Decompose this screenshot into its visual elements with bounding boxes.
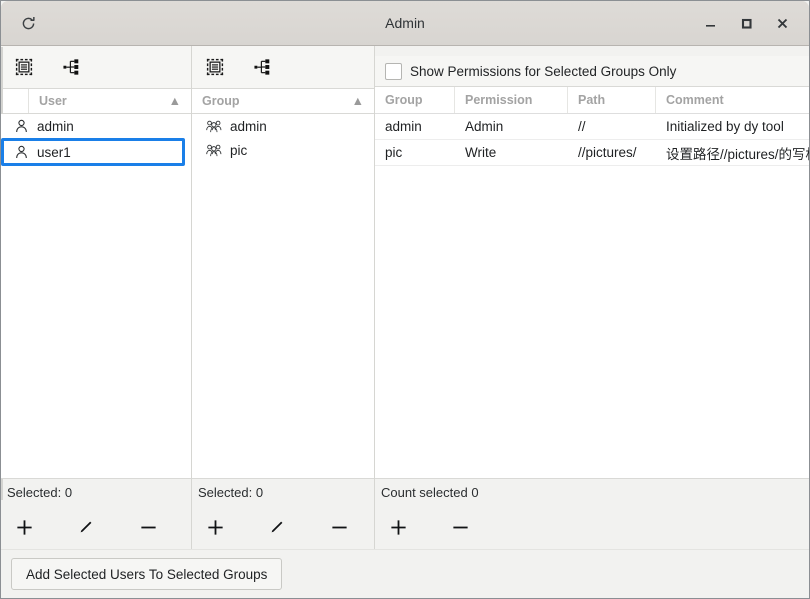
group-selected-status: Selected: 0 [192, 479, 374, 505]
column-header-group[interactable]: Group [375, 87, 455, 113]
user-actions [1, 505, 191, 549]
user-sort-ascending-icon[interactable]: ▲ [169, 94, 181, 108]
group-list-header: Group ▲ [192, 88, 374, 114]
admin-window: Admin [0, 0, 810, 599]
group-hierarchy-icon[interactable] [250, 54, 276, 80]
column-header-path[interactable]: Path [568, 87, 656, 113]
column-header-comment[interactable]: Comment [656, 87, 810, 113]
bottom-bar: Add Selected Users To Selected Groups [1, 549, 809, 598]
user-icon [15, 119, 37, 133]
add-permission-button[interactable] [385, 514, 411, 540]
cell-group: admin [375, 119, 455, 134]
user-list-icon-column [1, 89, 29, 113]
user-icon [15, 145, 37, 159]
group-name: pic [230, 143, 247, 158]
table-row[interactable]: pic Write //pictures/ 设置路径//pictures/的写权… [375, 140, 810, 166]
show-permissions-checkbox[interactable] [385, 63, 402, 80]
permission-table-header: Group Permission Path Comment [375, 87, 810, 114]
user-name: admin [37, 119, 74, 134]
group-list[interactable]: admin pi [192, 114, 374, 479]
cell-comment: Initialized by dy tool [656, 119, 810, 134]
user-name: user1 [37, 145, 71, 160]
add-user-button[interactable] [11, 514, 37, 540]
window-body: User ▲ admin [1, 46, 809, 598]
list-item[interactable]: admin [192, 114, 374, 138]
permission-actions [375, 505, 810, 549]
title-bar: Admin [1, 1, 809, 46]
permission-table: Group Permission Path Comment admin Admi… [375, 86, 810, 479]
permission-filter-row: Show Permissions for Selected Groups Onl… [375, 56, 810, 86]
permission-count-status: Count selected 0 [375, 479, 810, 505]
user-selected-status: Selected: 0 [1, 479, 191, 505]
group-panel-toolbar [192, 46, 374, 88]
cell-path: // [568, 119, 656, 134]
user-column-header-label[interactable]: User [29, 94, 169, 108]
edit-user-button[interactable] [73, 514, 99, 540]
list-item[interactable]: pic [192, 138, 374, 162]
refresh-icon[interactable] [13, 9, 43, 37]
minimize-icon[interactable] [693, 8, 727, 38]
group-sort-ascending-icon[interactable]: ▲ [352, 94, 364, 108]
group-column-header-label[interactable]: Group [192, 94, 352, 108]
add-group-button[interactable] [202, 514, 228, 540]
window-title: Admin [1, 15, 809, 31]
list-item[interactable]: admin [1, 114, 191, 138]
group-icon [206, 143, 230, 157]
select-all-groups-icon[interactable] [202, 54, 228, 80]
user-list-header: User ▲ [1, 88, 191, 114]
remove-user-button[interactable] [135, 514, 161, 540]
cell-group: pic [375, 145, 455, 160]
user-list[interactable]: admin user1 [1, 114, 191, 479]
cell-comment: 设置路径//pictures/的写权限 [656, 143, 810, 163]
cell-permission: Admin [455, 119, 568, 134]
group-actions [192, 505, 374, 549]
group-panel: Group ▲ [191, 46, 375, 549]
window-controls [693, 8, 809, 38]
cell-path: //pictures/ [568, 145, 656, 160]
panels-container: User ▲ admin [1, 46, 809, 549]
select-all-users-icon[interactable] [11, 54, 37, 80]
remove-group-button[interactable] [326, 514, 352, 540]
cell-permission: Write [455, 145, 568, 160]
maximize-icon[interactable] [729, 8, 763, 38]
group-icon [206, 119, 230, 133]
close-icon[interactable] [765, 8, 799, 38]
list-item[interactable]: user1 [1, 138, 185, 166]
group-name: admin [230, 119, 267, 134]
user-panel: User ▲ admin [1, 46, 191, 549]
edit-group-button[interactable] [264, 514, 290, 540]
permission-panel: Show Permissions for Selected Groups Onl… [375, 46, 810, 549]
user-panel-toolbar [1, 46, 191, 88]
column-header-permission[interactable]: Permission [455, 87, 568, 113]
title-bar-left [1, 9, 43, 37]
user-hierarchy-icon[interactable] [59, 54, 85, 80]
add-selected-users-to-groups-button[interactable]: Add Selected Users To Selected Groups [11, 558, 282, 590]
remove-permission-button[interactable] [447, 514, 473, 540]
table-row[interactable]: admin Admin // Initialized by dy tool [375, 114, 810, 140]
show-permissions-label[interactable]: Show Permissions for Selected Groups Onl… [410, 64, 676, 79]
